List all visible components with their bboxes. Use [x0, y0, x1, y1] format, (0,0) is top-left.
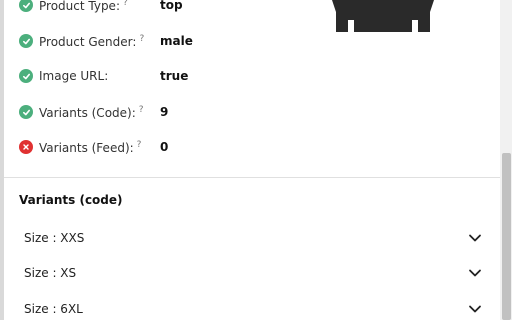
check-icon	[19, 105, 33, 119]
attr-value: 0	[160, 140, 169, 154]
variant-label: Size : XXS	[24, 231, 85, 245]
attr-row-image-url: Image URL: true	[19, 66, 188, 86]
attr-value: male	[160, 34, 193, 48]
attr-value: 9	[160, 105, 169, 119]
attr-row-variants-feed: Variants (Feed):? 0	[19, 137, 168, 157]
variant-row-6xl[interactable]: Size : 6XL	[19, 299, 482, 319]
chevron-down-icon[interactable]	[468, 302, 482, 316]
variants-section-title: Variants (code)	[19, 193, 123, 207]
attr-row-product-gender: Product Gender:? male	[19, 31, 193, 51]
attr-value: top	[160, 0, 183, 12]
attr-row-variants-code: Variants (Code):? 9	[19, 102, 168, 122]
attr-label: Variants (Feed):?	[39, 139, 142, 155]
check-icon	[19, 69, 33, 83]
help-icon[interactable]: ?	[123, 0, 128, 8]
attr-value: true	[160, 69, 189, 83]
product-thumbnail	[332, 0, 434, 32]
attr-label: Variants (Code):?	[39, 104, 144, 120]
chevron-down-icon[interactable]	[468, 231, 482, 245]
attr-label: Product Type:?	[39, 0, 128, 13]
help-icon[interactable]: ?	[139, 34, 144, 44]
section-divider	[4, 177, 500, 178]
check-icon	[19, 0, 33, 12]
variant-row-xxs[interactable]: Size : XXS	[19, 228, 482, 248]
attr-row-product-type: Product Type:? top	[19, 0, 183, 15]
variant-label: Size : XS	[24, 266, 77, 280]
help-icon[interactable]: ?	[139, 105, 144, 115]
chevron-down-icon[interactable]	[468, 266, 482, 280]
check-icon	[19, 34, 33, 48]
attr-label: Product Gender:?	[39, 33, 145, 49]
attr-label: Image URL:	[39, 69, 109, 83]
help-icon[interactable]: ?	[137, 140, 142, 150]
scrollbar-thumb[interactable]	[502, 153, 511, 320]
variant-label: Size : 6XL	[24, 302, 83, 316]
error-icon	[19, 140, 33, 154]
variant-row-xs[interactable]: Size : XS	[19, 263, 482, 283]
